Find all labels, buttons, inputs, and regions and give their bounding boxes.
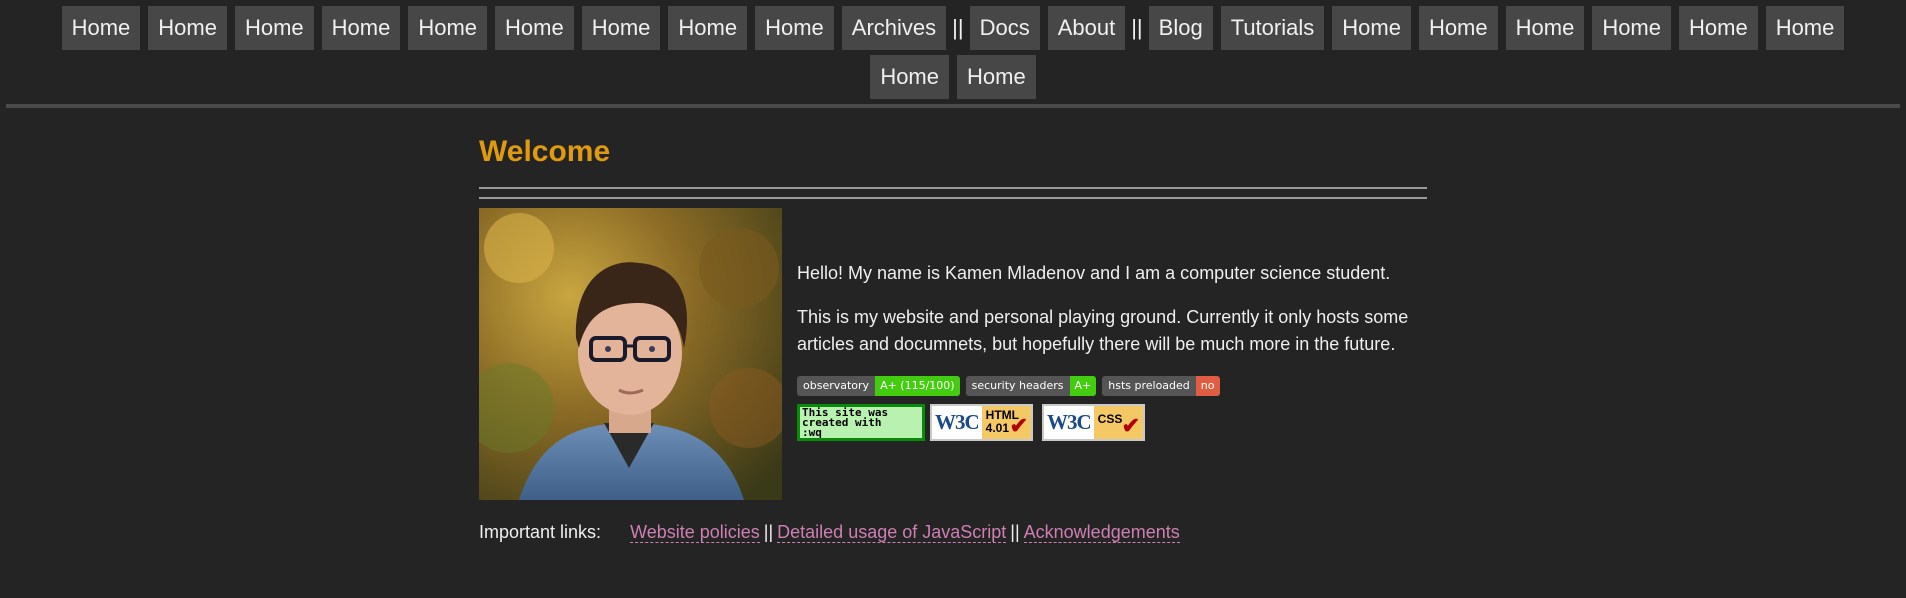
- nav-item-home[interactable]: Home: [321, 6, 401, 50]
- nav-item-home[interactable]: Home: [1592, 6, 1671, 50]
- nav-item-home[interactable]: Home: [495, 6, 574, 50]
- w3c-html-valid-button[interactable]: W3C HTML 4.01 ✔: [930, 404, 1033, 441]
- badge-value: A+: [1069, 376, 1097, 396]
- title-rule-top: [479, 187, 1427, 189]
- profile-photo: [479, 208, 782, 500]
- security-headers-badge[interactable]: security headers A+: [965, 376, 1097, 396]
- page-title: Welcome: [479, 135, 611, 168]
- badge-label: observatory: [797, 376, 876, 396]
- intro-text: Hello! My name is Kamen Mladenov and I a…: [797, 260, 1427, 375]
- top-navigation: Home Home Home Home Home Home Home Home Home Arch…: [0, 0, 1906, 104]
- nav-item-about[interactable]: About: [1047, 6, 1126, 50]
- nav-item-home[interactable]: Home: [1332, 6, 1411, 50]
- important-links: Important links: Website policies || Detai…: [479, 520, 1180, 544]
- nav-item-archives[interactable]: Archives: [841, 6, 947, 50]
- nav-item-home[interactable]: Home: [581, 6, 661, 50]
- vim-button[interactable]: This site was created with :wq: [797, 404, 925, 441]
- nav-item-home[interactable]: Home: [1505, 6, 1585, 50]
- nav-item-docs[interactable]: Docs: [969, 6, 1040, 50]
- checkmark-icon: ✔: [1009, 413, 1028, 438]
- nav-item-blog[interactable]: Blog: [1148, 6, 1213, 50]
- observatory-badge[interactable]: observatory A+ (115/100): [797, 376, 960, 396]
- nav-item-home[interactable]: Home: [870, 55, 949, 99]
- nav-item-home[interactable]: Home: [234, 6, 314, 50]
- nav-item-tutorials[interactable]: Tutorials: [1220, 6, 1325, 50]
- w3c-logo: W3C: [1047, 410, 1092, 434]
- nav-separator: ||: [1131, 15, 1143, 40]
- badge-label: hsts preloaded: [1102, 376, 1196, 396]
- nav-item-home[interactable]: Home: [957, 55, 1036, 99]
- nav-item-home[interactable]: Home: [61, 6, 141, 50]
- badge-value: A+ (115/100): [875, 376, 960, 396]
- nav-item-home[interactable]: Home: [1765, 6, 1845, 50]
- nav-separator: ||: [952, 15, 964, 40]
- title-rule-bottom: [479, 197, 1427, 199]
- badge-label: security headers: [965, 376, 1070, 396]
- nav-item-home[interactable]: Home: [408, 6, 488, 50]
- nav-item-home[interactable]: Home: [1679, 6, 1758, 50]
- nav-item-home[interactable]: Home: [148, 6, 227, 50]
- acknowledgements-link[interactable]: Acknowledgements: [1023, 522, 1180, 543]
- badge-value: no: [1195, 376, 1220, 396]
- intro-paragraph-1: Hello! My name is Kamen Mladenov and I a…: [797, 263, 1391, 283]
- vim-button-line-3: :wq: [802, 426, 822, 439]
- nav-item-home[interactable]: Home: [668, 6, 748, 50]
- checkmark-icon: ✔: [1121, 413, 1140, 438]
- nav-item-home[interactable]: Home: [755, 6, 834, 50]
- hsts-preloaded-badge[interactable]: hsts preloaded no: [1102, 376, 1220, 396]
- w3c-css-valid-button[interactable]: W3C CSS ✔: [1042, 404, 1145, 441]
- w3c-logo: W3C: [935, 410, 980, 434]
- link-separator: ||: [1010, 522, 1020, 542]
- important-links-label: Important links:: [479, 522, 602, 542]
- javascript-usage-link[interactable]: Detailed usage of JavaScript: [777, 522, 1007, 543]
- nav-divider: [6, 104, 1900, 108]
- nav-item-home[interactable]: Home: [1418, 6, 1498, 50]
- website-policies-link[interactable]: Website policies: [630, 522, 760, 543]
- main-content: Welcome Hello! My name is Kamen Mladenov…: [479, 130, 1427, 543]
- w3c-css-spec: CSS ✔: [1093, 406, 1143, 439]
- w3c-html-spec: HTML 4.01 ✔: [981, 406, 1031, 439]
- security-badges: observatory A+ (115/100) security header…: [797, 376, 1220, 396]
- link-separator: ||: [763, 522, 774, 542]
- intro-paragraph-2: This is my website and personal playing …: [797, 307, 1409, 354]
